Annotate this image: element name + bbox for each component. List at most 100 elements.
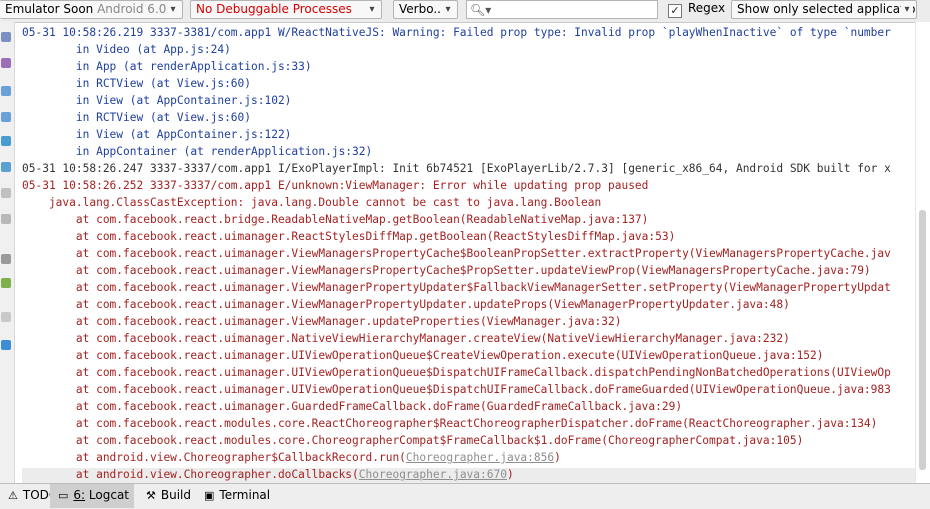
soft-wrap-icon[interactable] <box>1 136 11 146</box>
log-line: at com.facebook.react.uimanager.UIViewOp… <box>22 347 891 364</box>
log-line: at android.view.Choreographer$CallbackRe… <box>22 449 891 466</box>
log-line: at com.facebook.react.modules.core.React… <box>22 415 891 432</box>
log-line: 05-31 10:58:26.247 3337-3337/com.app1 I/… <box>22 160 891 177</box>
vertical-scrollbar[interactable] <box>915 22 930 483</box>
log-line-text: at com.facebook.react.uimanager.ViewMana… <box>22 247 891 260</box>
log-line: at com.facebook.react.uimanager.ReactSty… <box>22 228 891 245</box>
device-name: Emulator Soon <box>5 2 94 16</box>
log-line-text: at com.facebook.react.uimanager.ViewMana… <box>22 264 871 277</box>
tab-build[interactable]: ⚒ Build <box>138 484 199 508</box>
log-line-text: in AppContainer (at renderApplication.js… <box>22 145 373 158</box>
log-line: at com.facebook.react.uimanager.NativeVi… <box>22 330 891 347</box>
log-line-text: 05-31 10:58:26.247 3337-3337/com.app1 I/… <box>22 162 891 175</box>
logcat-toolbar: Emulator Soon Android 6.0, ▾ No Debuggab… <box>0 0 930 23</box>
log-line: 05-31 10:58:26.219 3337-3381/com.app1 W/… <box>22 24 891 41</box>
source-link[interactable]: Choreographer.java:856 <box>406 451 554 464</box>
log-line-text: at com.facebook.react.uimanager.ViewMana… <box>22 315 622 328</box>
search-field[interactable]: 🔍︎▾ <box>466 0 658 19</box>
log-line: at com.facebook.react.modules.core.Chore… <box>22 432 891 449</box>
log-line-text: at com.facebook.react.modules.core.React… <box>22 417 878 430</box>
log-line-text: at android.view.Choreographer.doCallback… <box>22 468 359 481</box>
search-icon: 🔍︎▾ <box>470 3 492 17</box>
chevron-down-icon: ▾ <box>901 1 913 18</box>
log-line: at android.view.Choreographer.doCallback… <box>22 466 891 483</box>
log-line: in View (at AppContainer.js:122) <box>22 126 891 143</box>
log-level-label: Verbo... <box>399 2 445 16</box>
help-icon[interactable] <box>1 312 11 322</box>
filter-selector[interactable]: Show only selected applicatior ▾ <box>731 0 917 19</box>
source-link[interactable]: Choreographer.java:670 <box>359 468 507 481</box>
clear-logcat-icon[interactable] <box>1 32 11 42</box>
tab-build-label: Build <box>160 488 191 502</box>
log-text: 05-31 10:58:26.219 3337-3381/com.app1 W/… <box>22 24 891 483</box>
logcat-output[interactable]: 05-31 10:58:26.219 3337-3381/com.app1 W/… <box>14 22 930 483</box>
log-line-tail: ) <box>506 468 514 481</box>
log-line: at com.facebook.react.uimanager.ViewMana… <box>22 262 891 279</box>
regex-label: Regex <box>688 1 726 15</box>
log-line: in View (at AppContainer.js:102) <box>22 92 891 109</box>
log-level-selector[interactable]: Verbo... ▾ <box>393 0 458 19</box>
down-arrow-icon[interactable] <box>1 112 11 122</box>
todo-icon: ⚠ <box>8 489 18 502</box>
settings-icon[interactable] <box>1 278 11 288</box>
log-line-text: at com.facebook.react.uimanager.UIViewOp… <box>22 366 891 379</box>
log-line-text: in App (at renderApplication.js:33) <box>22 60 312 73</box>
tab-terminal[interactable]: ▣ Terminal <box>196 484 278 508</box>
restart-icon[interactable] <box>1 188 11 198</box>
tool-window-bar: ⚠ TODO ▭ 6: Logcat ⚒ Build ▣ Terminal <box>0 483 930 509</box>
scrollbar-thumb[interactable] <box>919 210 926 470</box>
log-line-text: at com.facebook.react.uimanager.ReactSty… <box>22 230 676 243</box>
close-icon[interactable] <box>1 340 11 350</box>
log-line-text: at com.facebook.react.uimanager.UIViewOp… <box>22 349 824 362</box>
regex-checkbox[interactable]: ✓ <box>668 4 682 18</box>
search-input[interactable] <box>491 2 651 17</box>
chevron-down-icon: ▾ <box>167 1 179 18</box>
log-line-text: at com.facebook.react.bridge.ReadableNat… <box>22 213 649 226</box>
log-line-text: java.lang.ClassCastException: java.lang.… <box>22 196 602 209</box>
tab-terminal-label: Terminal <box>219 488 271 502</box>
log-line: java.lang.ClassCastException: java.lang.… <box>22 194 891 211</box>
tab-logcat[interactable]: ▭ 6: Logcat <box>50 484 134 508</box>
tab-logcat-label: Logcat <box>88 488 130 502</box>
log-line-text: 05-31 10:58:26.252 3337-3337/com.app1 E/… <box>22 179 649 192</box>
record-icon[interactable] <box>1 254 11 264</box>
log-line: in RCTView (at View.js:60) <box>22 75 891 92</box>
log-line: in AppContainer (at renderApplication.js… <box>22 143 891 160</box>
log-line-text: at com.facebook.react.uimanager.GuardedF… <box>22 400 683 413</box>
process-selector[interactable]: No Debuggable Processes ▾ <box>190 0 382 19</box>
screenshot-icon[interactable] <box>1 214 11 224</box>
log-line: at com.facebook.react.uimanager.UIViewOp… <box>22 364 891 381</box>
chevron-down-icon: ▾ <box>366 1 378 18</box>
scroll-to-end-icon[interactable] <box>1 58 11 68</box>
log-line-text: at com.facebook.react.modules.core.Chore… <box>22 434 804 447</box>
print-icon[interactable] <box>1 162 11 172</box>
regex-toggle[interactable]: ✓ Regex <box>668 0 725 19</box>
log-line-text: 05-31 10:58:26.219 3337-3381/com.app1 W/… <box>22 26 891 39</box>
up-arrow-icon[interactable] <box>1 86 11 96</box>
log-line: 05-31 10:58:26.252 3337-3337/com.app1 E/… <box>22 177 891 194</box>
log-line: at com.facebook.react.uimanager.GuardedF… <box>22 398 891 415</box>
log-line-text: at android.view.Choreographer$CallbackRe… <box>22 451 406 464</box>
log-line: at com.facebook.react.bridge.ReadableNat… <box>22 211 891 228</box>
log-line-text: in Video (at App.js:24) <box>22 43 231 56</box>
log-line-text: in RCTView (at View.js:60) <box>22 111 252 124</box>
log-line: in RCTView (at View.js:60) <box>22 109 891 126</box>
logcat-side-toolbar <box>0 22 15 483</box>
log-line: at com.facebook.react.uimanager.ViewMana… <box>22 296 891 313</box>
logcat-icon: ▭ <box>58 489 69 502</box>
log-line-text: at com.facebook.react.uimanager.UIViewOp… <box>22 383 891 396</box>
filter-label: Show only selected applicatior <box>737 2 917 16</box>
build-icon: ⚒ <box>146 489 156 502</box>
device-selector[interactable]: Emulator Soon Android 6.0, ▾ <box>0 0 183 19</box>
log-line: at com.facebook.react.uimanager.ViewMana… <box>22 313 891 330</box>
log-line-text: in View (at AppContainer.js:122) <box>22 128 292 141</box>
terminal-icon: ▣ <box>204 489 215 502</box>
log-line: at com.facebook.react.uimanager.UIViewOp… <box>22 381 891 398</box>
log-line: in Video (at App.js:24) <box>22 41 891 58</box>
log-line: at com.facebook.react.uimanager.ViewMana… <box>22 245 891 262</box>
process-label: No Debuggable Processes <box>196 2 352 16</box>
log-line-tail: ) <box>554 451 561 464</box>
chevron-down-icon: ▾ <box>442 1 454 18</box>
log-line-text: in View (at AppContainer.js:102) <box>22 94 292 107</box>
log-line: in App (at renderApplication.js:33) <box>22 58 891 75</box>
